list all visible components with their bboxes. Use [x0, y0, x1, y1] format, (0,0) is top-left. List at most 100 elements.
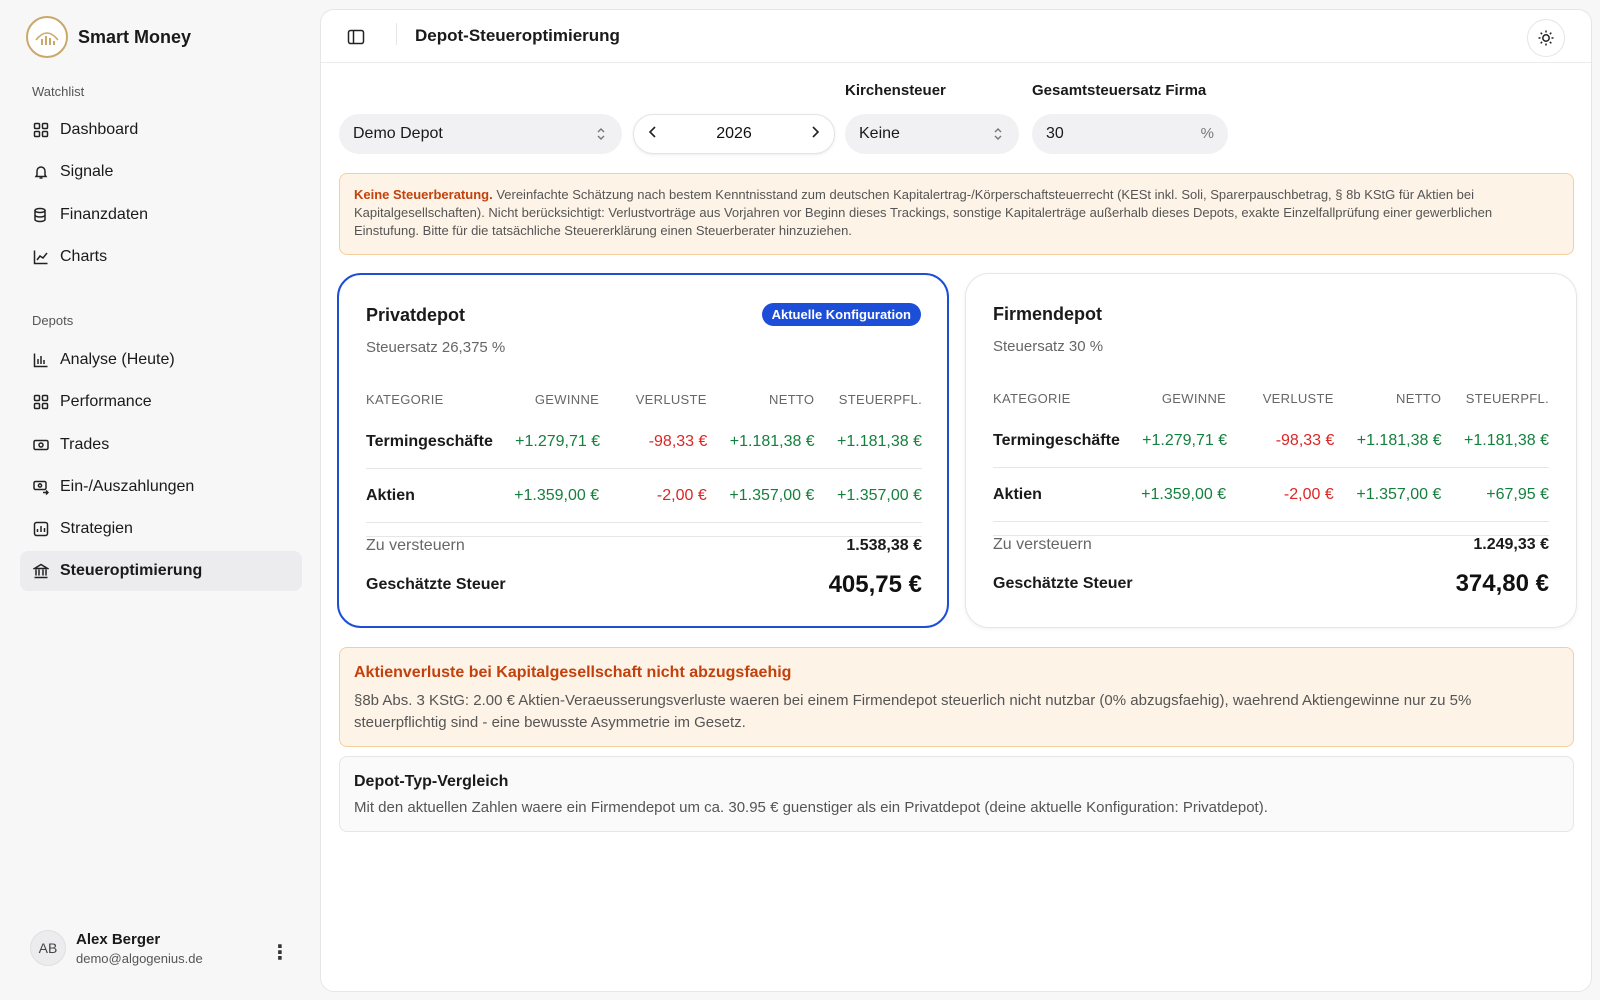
col-gewinne: GEWINNE [1161, 390, 1227, 406]
logo-icon [26, 16, 68, 58]
sun-icon[interactable] [1527, 19, 1565, 57]
status-badge: Aktuelle Konfiguration [761, 303, 921, 326]
cell-verluste: -2,00 € [656, 486, 707, 504]
sidebar-item-dashboard[interactable]: Dashboard [20, 110, 302, 150]
cell-gewinne: +1.279,71 € [515, 432, 601, 450]
tax-table: KATEGORIE GEWINNE VERLUSTE NETTO STEUERP… [993, 382, 1549, 536]
zu-versteuern-row: Zu versteuern 1.249,33 € [993, 536, 1549, 554]
sidebar-item-label: Finanzdaten [60, 205, 149, 223]
line-chart-icon [32, 248, 50, 266]
cell-netto: +1.181,38 € [1356, 431, 1442, 449]
depots-section-label: Depots [32, 313, 74, 328]
col-gewinne: GEWINNE [534, 391, 600, 407]
sidebar-item-finanzdaten[interactable]: Finanzdaten [20, 195, 302, 235]
cell-verluste: -98,33 € [648, 432, 708, 450]
col-netto: NETTO [769, 391, 815, 407]
money-transfer-icon [32, 478, 50, 496]
gesamtsteuersatz-value: 30 [1046, 125, 1064, 142]
comparison-box: Depot-Typ-Vergleich Mit den aktuellen Za… [339, 756, 1574, 832]
cell-steuerpfl: +1.357,00 € [837, 486, 922, 504]
cell-kategorie: Aktien [993, 485, 1042, 503]
col-steuerpfl: STEUERPFL. [838, 391, 922, 407]
more-vertical-icon[interactable]: ⋮ [268, 940, 292, 964]
tax-table: KATEGORIE GEWINNE VERLUSTE NETTO STEUERP… [366, 383, 922, 537]
sidebar-item-label: Ein-/Auszahlungen [60, 477, 195, 495]
kirchensteuer-select[interactable]: Keine [845, 114, 1019, 154]
table-row: Termingeschäfte +1.279,71 € -98,33 € +1.… [366, 415, 922, 469]
cell-netto: +1.357,00 € [1356, 485, 1442, 503]
sidebar-item-performance[interactable]: Performance [20, 382, 302, 422]
gesamtsteuersatz-input[interactable]: 30 % [1032, 114, 1228, 154]
kirchensteuer-label: Kirchensteuer [845, 82, 946, 99]
avatar: AB [30, 930, 66, 966]
sidebar-item-ein-auszahlungen[interactable]: Ein-/Auszahlungen [20, 467, 302, 507]
sidebar-item-analyse[interactable]: Analyse (Heute) [20, 340, 302, 380]
cell-netto: +1.181,38 € [729, 432, 815, 450]
sidebar-item-label: Signale [60, 163, 114, 181]
grid-icon [32, 121, 50, 139]
sidebar-item-label: Strategien [60, 520, 133, 538]
chevron-updown-icon [991, 125, 1005, 143]
sidebar-item-strategien[interactable]: Strategien [20, 509, 302, 549]
notice-text: Vereinfachte Schätzung nach bestem Kennt… [354, 187, 1493, 238]
depot-select-value: Demo Depot [353, 125, 443, 142]
zu-versteuern-label: Zu versteuern [993, 536, 1092, 553]
privatdepot-card[interactable]: Privatdepot Aktuelle Konfiguration Steue… [337, 273, 949, 628]
cell-kategorie: Aktien [366, 486, 415, 504]
cell-steuerpfl: +67,95 € [1486, 485, 1549, 503]
warning-text: §8b Abs. 3 KStG: 2.00 € Aktien-Veraeusse… [354, 692, 1472, 731]
sidebar-item-steueroptimierung[interactable]: Steueroptimierung [20, 551, 302, 592]
sidebar-item-label: Trades [60, 435, 110, 453]
table-header: KATEGORIE GEWINNE VERLUSTE NETTO STEUERP… [993, 382, 1549, 414]
steuer-label: Geschätzte Steuer [993, 575, 1133, 592]
col-netto: NETTO [1396, 390, 1442, 406]
firmendepot-card[interactable]: Firmendepot Steuersatz 30 % KATEGORIE GE… [965, 273, 1577, 628]
steuer-row: Geschätzte Steuer 405,75 € [366, 571, 922, 599]
depots-nav: Analyse (Heute) Performance Trades Ein-/… [20, 340, 302, 594]
chevron-left-icon[interactable] [648, 125, 658, 144]
percent-unit: % [1200, 125, 1214, 142]
grid-icon [32, 393, 50, 411]
sidebar-item-label: Dashboard [60, 121, 139, 138]
zu-versteuern-label: Zu versteuern [366, 537, 465, 554]
bar-chart-icon [32, 351, 50, 369]
sidebar-toggle-icon[interactable] [343, 24, 369, 50]
card-tax-rate: Steuersatz 26,375 % [366, 339, 506, 356]
chevron-right-icon[interactable] [810, 125, 820, 144]
card-title: Privatdepot [366, 305, 466, 325]
col-kategorie: KATEGORIE [993, 390, 1071, 406]
main-panel: Depot-Steueroptimierung Kirchensteuer Ge… [320, 9, 1592, 992]
sidebar: Smart Money Watchlist Dashboard Signale … [0, 0, 320, 1000]
user-email: demo@algogenius.de [76, 950, 203, 966]
user-profile[interactable]: AB Alex Berger demo@algogenius.de [30, 930, 203, 966]
col-steuerpfl: STEUERPFL. [1465, 390, 1549, 406]
zu-versteuern-row: Zu versteuern 1.538,38 € [366, 537, 922, 555]
steuer-label: Geschätzte Steuer [366, 576, 506, 593]
brand[interactable]: Smart Money [26, 16, 191, 58]
card-tax-rate: Steuersatz 30 % [993, 338, 1104, 355]
depot-select[interactable]: Demo Depot [339, 114, 622, 154]
steuer-value: 374,80 € [1455, 570, 1549, 597]
divider [396, 23, 397, 45]
watchlist-section-label: Watchlist [32, 84, 85, 99]
table-row: Aktien +1.359,00 € -2,00 € +1.357,00 € +… [366, 469, 922, 523]
sidebar-item-trades[interactable]: Trades [20, 425, 302, 465]
table-row: Termingeschäfte +1.279,71 € -98,33 € +1.… [993, 414, 1549, 468]
warning-title: Aktienverluste bei Kapitalgesellschaft n… [354, 664, 792, 681]
sidebar-item-charts[interactable]: Charts [20, 237, 302, 277]
sidebar-item-label: Performance [60, 393, 152, 411]
cell-kategorie: Termingeschäfte [993, 431, 1120, 449]
sidebar-item-signale[interactable]: Signale [20, 152, 302, 192]
cell-steuerpfl: +1.181,38 € [1464, 431, 1549, 449]
kirchensteuer-value: Keine [859, 125, 900, 142]
steuer-row: Geschätzte Steuer 374,80 € [993, 570, 1549, 598]
comparison-text: Mit den aktuellen Zahlen waere ein Firme… [354, 799, 1268, 816]
cell-verluste: -2,00 € [1283, 485, 1334, 503]
cell-netto: +1.357,00 € [729, 486, 815, 504]
page-title: Depot-Steueroptimierung [415, 26, 620, 45]
sidebar-item-label: Charts [60, 247, 108, 265]
app-name: Smart Money [78, 26, 192, 47]
col-verluste: VERLUSTE [1262, 390, 1334, 406]
zu-versteuern-value: 1.538,38 € [846, 537, 922, 554]
cell-steuerpfl: +1.181,38 € [837, 432, 922, 450]
